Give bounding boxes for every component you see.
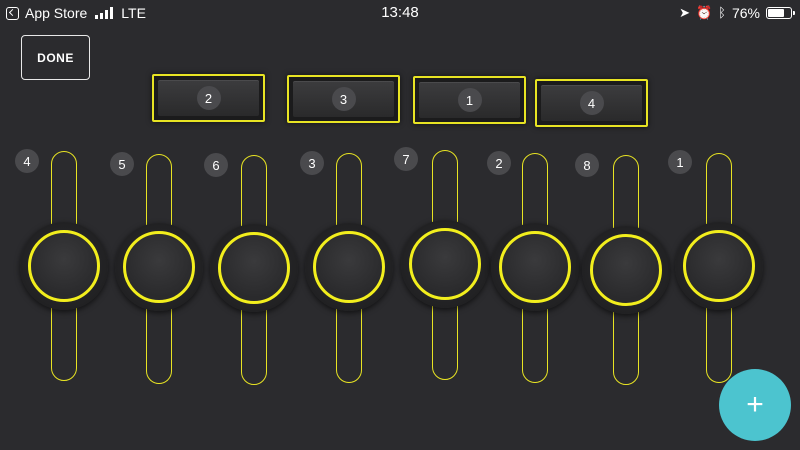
- fader-knob[interactable]: [305, 223, 393, 311]
- fader-knob[interactable]: [491, 223, 579, 311]
- fader-knob[interactable]: [20, 222, 108, 310]
- fader-knob-ring[interactable]: [499, 231, 571, 303]
- alarm-icon: ⏰: [695, 5, 713, 20]
- pad-number-badge: 4: [579, 91, 604, 115]
- bluetooth-icon: ᛒ: [718, 5, 726, 20]
- fader-knob-ring[interactable]: [590, 234, 662, 306]
- location-icon: ➤: [679, 5, 690, 20]
- fader-number-badge: 2: [487, 151, 511, 175]
- battery-percent: 76%: [731, 5, 760, 21]
- fader-slider[interactable]: 3: [300, 145, 394, 395]
- fader-slider[interactable]: 8: [575, 145, 671, 395]
- fader-number-badge: 5: [110, 152, 134, 176]
- status-bar: App Store LTE 13:48 ➤ ⏰ ᛒ 76%: [0, 0, 800, 26]
- fader-number-badge: 8: [575, 153, 599, 177]
- fader-number-badge: 7: [394, 147, 418, 171]
- fader-slider[interactable]: 1: [668, 145, 764, 395]
- back-app-label[interactable]: App Store: [25, 5, 87, 21]
- fader-number-badge: 6: [204, 153, 228, 177]
- pad-button[interactable]: 3: [287, 75, 400, 123]
- fader-knob-ring[interactable]: [409, 228, 481, 300]
- pad-button[interactable]: 4: [535, 79, 648, 127]
- fader-slider[interactable]: 5: [110, 145, 204, 395]
- pad-button[interactable]: 2: [152, 74, 265, 122]
- signal-icon: [95, 7, 114, 19]
- fader-knob-ring[interactable]: [683, 230, 755, 302]
- done-button[interactable]: DONE: [21, 35, 90, 80]
- pad-number-badge: 3: [331, 87, 356, 111]
- status-left: App Store LTE: [6, 5, 146, 21]
- fader-knob[interactable]: [582, 226, 670, 314]
- fader-number-badge: 4: [15, 149, 39, 173]
- battery-icon: [766, 7, 795, 19]
- add-button[interactable]: +: [719, 369, 791, 441]
- fader-knob-ring[interactable]: [123, 231, 195, 303]
- network-label: LTE: [121, 5, 146, 21]
- fader-knob-ring[interactable]: [313, 231, 385, 303]
- fader-knob-ring[interactable]: [28, 230, 100, 302]
- fader-knob-ring[interactable]: [218, 232, 290, 304]
- fader-knob[interactable]: [675, 222, 763, 310]
- fader-knob[interactable]: [401, 220, 489, 308]
- fader-slider[interactable]: 4: [15, 145, 109, 395]
- fader-knob[interactable]: [115, 223, 203, 311]
- plus-icon: +: [746, 388, 764, 421]
- status-right: ➤ ⏰ ᛒ 76%: [679, 5, 795, 21]
- fader-slider[interactable]: 2: [487, 145, 580, 395]
- back-icon[interactable]: [6, 6, 19, 20]
- pad-number-badge: 1: [457, 88, 482, 112]
- pad-number-badge: 2: [196, 86, 221, 110]
- fader-slider[interactable]: 7: [394, 145, 490, 395]
- fader-number-badge: 3: [300, 151, 324, 175]
- fader-knob[interactable]: [210, 224, 298, 312]
- fader-number-badge: 1: [668, 150, 692, 174]
- fader-slider[interactable]: 6: [204, 145, 299, 395]
- pad-button[interactable]: 1: [413, 76, 526, 124]
